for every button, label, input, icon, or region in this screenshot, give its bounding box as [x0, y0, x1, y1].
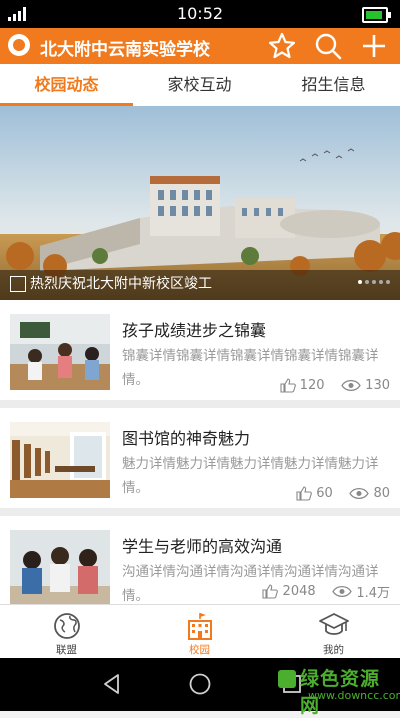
watermark-url: www.downcc.com [308, 689, 400, 702]
tab-home-school[interactable]: 家校互动 [133, 64, 266, 106]
carousel-dot [358, 280, 362, 284]
list-item[interactable]: 孩子成绩进步之锦囊 锦囊详情锦囊详情锦囊详情锦囊详情锦囊详情。 120 130 [0, 300, 400, 400]
view-count: 130 [365, 378, 390, 393]
nav-label: 校园 [189, 644, 210, 656]
list-item[interactable]: 学生与老师的高效沟通 沟通详情沟通详情沟通详情沟通详情沟通详情。 2048 1.… [0, 516, 400, 616]
nav-item-mine[interactable]: 我的 [267, 605, 400, 659]
like-count: 60 [316, 486, 333, 501]
battery-icon [362, 7, 391, 23]
tab-admissions[interactable]: 招生信息 [267, 64, 400, 106]
graduation-cap-icon [319, 613, 349, 635]
home-icon[interactable] [188, 672, 212, 696]
back-icon[interactable] [100, 672, 124, 696]
image-icon [10, 276, 26, 292]
article-thumbnail [10, 314, 110, 390]
article-stats: 2048 1.4万 [262, 582, 390, 601]
eye-icon [349, 488, 370, 499]
list-item[interactable]: 图书馆的神奇魅力 魅力详情魅力详情魅力详情魅力详情魅力详情。 60 80 [0, 408, 400, 508]
eye-icon [341, 380, 361, 391]
nav-label: 联盟 [56, 644, 77, 656]
divider [0, 508, 400, 516]
carousel-dot [386, 280, 390, 284]
carousel-dot [379, 280, 383, 284]
article-title: 孩子成绩进步之锦囊 [122, 321, 267, 340]
carousel-dot [372, 280, 376, 284]
divider [0, 400, 400, 408]
view-count: 80 [373, 486, 390, 501]
star-icon[interactable] [268, 32, 296, 60]
article-thumbnail [10, 530, 110, 606]
article-list: 孩子成绩进步之锦囊 锦囊详情锦囊详情锦囊详情锦囊详情锦囊详情。 120 130 [0, 300, 400, 616]
article-title: 学生与老师的高效沟通 [122, 537, 283, 556]
app-bar: 北大附中云南实验学校 [0, 28, 400, 64]
eye-icon [332, 586, 352, 597]
search-icon[interactable] [314, 32, 342, 60]
banner-caption: 热烈庆祝北大附中新校区竣工 [30, 276, 212, 292]
thumbs-up-icon [279, 378, 296, 393]
app-title: 北大附中云南实验学校 [40, 40, 210, 60]
banner-carousel[interactable]: 热烈庆祝北大附中新校区竣工 [0, 106, 400, 300]
bottom-navigation: 联盟 校园 我的 [0, 604, 400, 659]
watermark: 绿色资源网 www.downcc.com [278, 664, 400, 717]
article-stats: 60 80 [296, 486, 390, 501]
carousel-indicator [355, 269, 390, 288]
carousel-dot [365, 280, 369, 284]
nav-item-alliance[interactable]: 联盟 [0, 605, 133, 659]
article-stats: 120 130 [279, 378, 390, 393]
school-building-icon [188, 613, 212, 640]
article-thumbnail [10, 422, 110, 498]
thumbs-up-icon [262, 584, 279, 599]
status-bar: 10:52 [0, 0, 400, 28]
add-icon[interactable] [360, 32, 388, 60]
category-tabs: 校园动态 家校互动 招生信息 [0, 64, 400, 106]
watermark-logo-icon [278, 670, 296, 688]
like-count: 2048 [282, 584, 316, 599]
like-count: 120 [299, 378, 325, 393]
tab-campus-news[interactable]: 校园动态 [0, 64, 133, 106]
view-count: 1.4万 [356, 586, 390, 601]
globe-icon [54, 613, 80, 639]
thumbs-up-icon [296, 486, 312, 501]
nav-item-campus[interactable]: 校园 [133, 605, 266, 659]
nav-label: 我的 [323, 644, 344, 656]
status-time: 10:52 [176, 4, 224, 23]
school-logo-icon [8, 34, 30, 56]
article-title: 图书馆的神奇魅力 [122, 429, 251, 448]
